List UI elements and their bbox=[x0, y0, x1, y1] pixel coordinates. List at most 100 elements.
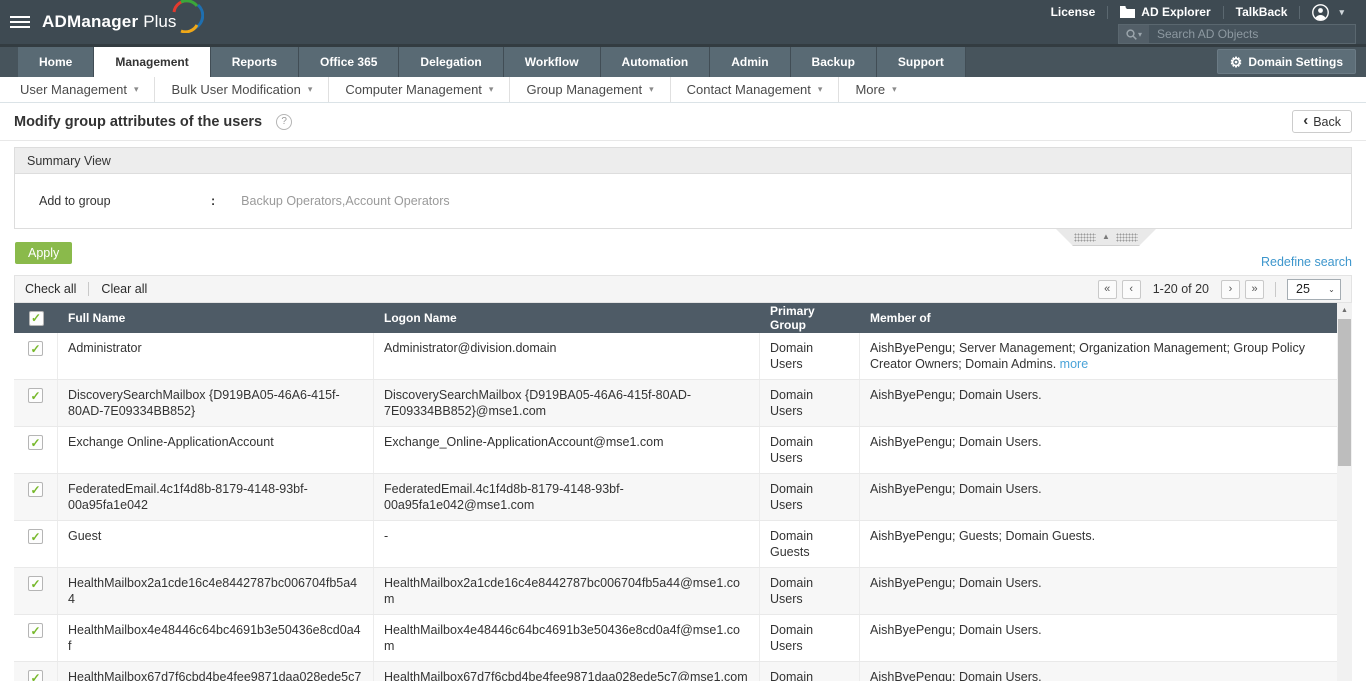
select-all-checkbox[interactable]: ✓ bbox=[28, 310, 44, 326]
logo-text-bold: ADManager bbox=[42, 12, 139, 31]
header-checkbox-cell: ✓ bbox=[14, 303, 58, 333]
table-toolbar: Check all Clear all « ‹ 1-20 of 20 › » 2… bbox=[14, 275, 1352, 303]
nav-tab[interactable]: Home bbox=[18, 47, 95, 77]
grip-dots-icon bbox=[1115, 232, 1138, 242]
row-checkbox[interactable]: ✓ bbox=[28, 435, 43, 450]
prev-page-button[interactable]: ‹ bbox=[1121, 279, 1141, 299]
back-button[interactable]: ‹ Back bbox=[1292, 110, 1352, 133]
row-checkbox[interactable]: ✓ bbox=[28, 576, 43, 591]
summary-body: Add to group : Backup Operators,Account … bbox=[15, 174, 1351, 228]
nav-tab[interactable]: Automation bbox=[600, 47, 711, 77]
nav-tab[interactable]: Office 365 bbox=[299, 47, 400, 77]
cell-full-name: HealthMailbox67d7f6cbd4be4fee9871daa028e… bbox=[58, 662, 374, 681]
table-row[interactable]: ✓ HealthMailbox2a1cde16c4e8442787bc00670… bbox=[14, 568, 1337, 615]
row-checkbox[interactable]: ✓ bbox=[28, 670, 43, 681]
chevron-down-icon: ▾ bbox=[817, 84, 823, 94]
cell-logon-name: FederatedEmail.4c1f4d8b-8179-4148-93bf-0… bbox=[374, 474, 760, 520]
users-table: ✓ Full Name Logon Name Primary Group Mem… bbox=[14, 303, 1352, 681]
nav-tab[interactable]: Workflow bbox=[503, 47, 601, 77]
nav-tab[interactable]: Management bbox=[94, 47, 211, 77]
subnav-item[interactable]: More ▾ bbox=[839, 77, 912, 102]
row-checkbox[interactable]: ✓ bbox=[28, 482, 43, 497]
cell-full-name: Exchange Online-ApplicationAccount bbox=[58, 427, 374, 473]
table-body: ✓ Administrator Administrator@division.d… bbox=[14, 333, 1337, 681]
ad-explorer-link[interactable]: AD Explorer bbox=[1108, 5, 1222, 19]
app-logo[interactable]: ADManager Plus bbox=[42, 0, 205, 33]
add-to-group-value: Backup Operators,Account Operators bbox=[241, 194, 450, 208]
column-header-full-name[interactable]: Full Name bbox=[58, 311, 374, 325]
table-row[interactable]: ✓ HealthMailbox67d7f6cbd4be4fee9871daa02… bbox=[14, 662, 1337, 681]
summary-panel: Summary View Add to group : Backup Opera… bbox=[14, 147, 1352, 229]
scrollbar-thumb[interactable] bbox=[1338, 319, 1351, 466]
clear-all-link[interactable]: Clear all bbox=[101, 282, 147, 296]
divider bbox=[0, 140, 1366, 141]
main-nav: Home Management Reports Office 365 Deleg… bbox=[0, 44, 1366, 77]
cell-primary-group: Domain Users bbox=[760, 474, 860, 520]
toplinks: License AD Explorer TalkBack ▾ bbox=[1039, 2, 1356, 22]
user-account-menu[interactable]: ▾ bbox=[1300, 3, 1356, 21]
admanager-plus-app: ADManager Plus License AD Explorer TalkB… bbox=[0, 0, 1366, 681]
table-row[interactable]: ✓ DiscoverySearchMailbox {D919BA05-46A6-… bbox=[14, 380, 1337, 427]
more-link[interactable]: more bbox=[1060, 357, 1088, 371]
subnav-item[interactable]: User Management ▾ bbox=[4, 77, 156, 102]
column-header-logon-name[interactable]: Logon Name bbox=[374, 311, 760, 325]
redefine-search-link[interactable]: Redefine search bbox=[1261, 255, 1352, 269]
nav-tab[interactable]: Backup bbox=[790, 47, 877, 77]
row-checkbox[interactable]: ✓ bbox=[28, 388, 43, 403]
summary-view-header: Summary View bbox=[15, 148, 1351, 174]
cell-full-name: HealthMailbox4e48446c64bc4691b3e50436e8c… bbox=[58, 615, 374, 661]
subnav-item[interactable]: Computer Management ▾ bbox=[329, 77, 511, 102]
column-header-primary-group[interactable]: Primary Group bbox=[760, 304, 860, 332]
nav-tab[interactable]: Admin bbox=[710, 47, 791, 77]
table-row[interactable]: ✓ HealthMailbox4e48446c64bc4691b3e50436e… bbox=[14, 615, 1337, 662]
search-icon bbox=[1126, 28, 1137, 40]
table-row[interactable]: ✓ Exchange Online-ApplicationAccount Exc… bbox=[14, 427, 1337, 474]
scroll-up-icon[interactable]: ▲ bbox=[1337, 303, 1352, 318]
table-scrollbar[interactable]: ▲ ▼ bbox=[1337, 303, 1352, 681]
apply-button[interactable]: Apply bbox=[15, 242, 73, 264]
first-page-button[interactable]: « bbox=[1097, 279, 1117, 299]
folder-icon bbox=[1120, 6, 1136, 18]
cell-logon-name: HealthMailbox2a1cde16c4e8442787bc006704f… bbox=[374, 568, 760, 614]
check-all-link[interactable]: Check all bbox=[25, 282, 76, 296]
cell-member-of: AishByePengu; Domain Users. more bbox=[870, 623, 1042, 637]
search-ad-objects-input[interactable] bbox=[1149, 25, 1355, 43]
row-checkbox-cell: ✓ bbox=[14, 568, 58, 614]
last-page-button[interactable]: » bbox=[1245, 279, 1264, 299]
next-page-button[interactable]: › bbox=[1221, 279, 1240, 299]
cell-primary-group: Domain Users bbox=[760, 427, 860, 473]
talkback-link[interactable]: TalkBack bbox=[1224, 5, 1300, 19]
help-icon[interactable]: ? bbox=[276, 113, 293, 130]
subnav-item[interactable]: Contact Management ▾ bbox=[671, 77, 840, 102]
row-checkbox-cell: ✓ bbox=[14, 474, 58, 520]
select-arrow-icon: ⌄ bbox=[1328, 284, 1335, 294]
hamburger-menu-icon[interactable] bbox=[10, 13, 30, 31]
gear-icon: ⚙ bbox=[1229, 53, 1243, 70]
user-avatar-icon bbox=[1312, 3, 1330, 21]
search-scope-button[interactable]: ▾ bbox=[1119, 25, 1149, 43]
column-header-member-of[interactable]: Member of bbox=[860, 311, 1337, 325]
row-checkbox[interactable]: ✓ bbox=[28, 341, 43, 356]
nav-tab[interactable]: Reports bbox=[210, 47, 300, 77]
table-row[interactable]: ✓ Guest - Domain Guests AishByePengu; Gu… bbox=[14, 521, 1337, 568]
row-checkbox-cell: ✓ bbox=[14, 662, 58, 681]
nav-tab[interactable]: Support bbox=[876, 47, 966, 77]
row-checkbox-cell: ✓ bbox=[14, 615, 58, 661]
page-size-select[interactable]: 25 ⌄ bbox=[1287, 278, 1341, 300]
table-row[interactable]: ✓ Administrator Administrator@division.d… bbox=[14, 333, 1337, 380]
subnav-item[interactable]: Group Management ▾ bbox=[510, 77, 671, 102]
chevron-down-icon: ▾ bbox=[1339, 6, 1344, 17]
row-checkbox-cell: ✓ bbox=[14, 380, 58, 426]
logo-swoosh-icon bbox=[172, 0, 205, 33]
license-link[interactable]: License bbox=[1039, 5, 1108, 19]
subnav-item[interactable]: Bulk User Modification ▾ bbox=[155, 77, 330, 102]
row-checkbox[interactable]: ✓ bbox=[28, 623, 43, 638]
management-subnav: User Management ▾ Bulk User Modification… bbox=[0, 77, 1366, 103]
domain-settings-button[interactable]: ⚙ Domain Settings bbox=[1216, 49, 1356, 74]
cell-member-of: AishByePengu; Domain Users. more bbox=[870, 670, 1042, 681]
collapse-panel-handle[interactable]: ▲ bbox=[1056, 229, 1156, 246]
row-checkbox[interactable]: ✓ bbox=[28, 529, 43, 544]
cell-primary-group: Domain Users bbox=[760, 662, 860, 681]
table-row[interactable]: ✓ FederatedEmail.4c1f4d8b-8179-4148-93bf… bbox=[14, 474, 1337, 521]
nav-tab[interactable]: Delegation bbox=[399, 47, 504, 77]
